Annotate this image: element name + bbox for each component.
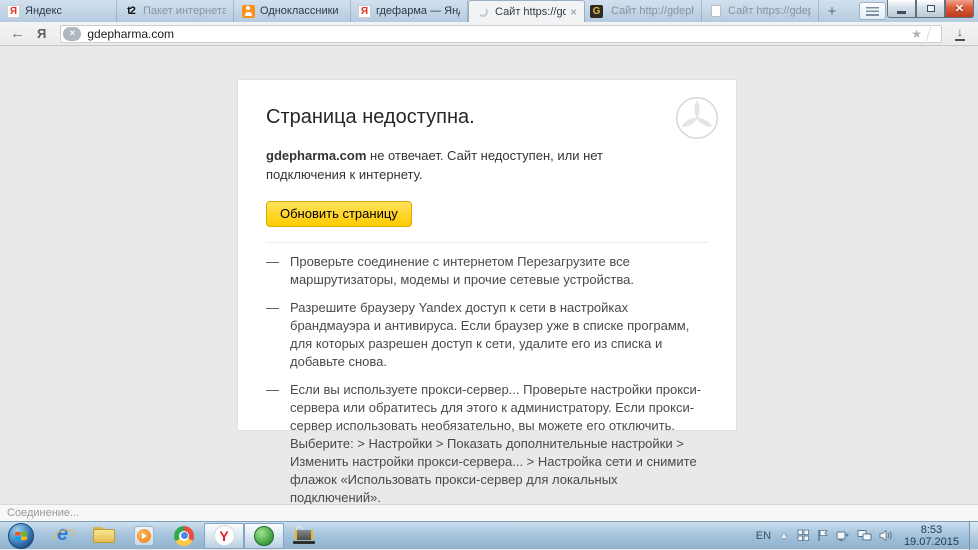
tip-text: Разрешите браузеру Yandex доступ к сети … xyxy=(290,299,708,371)
tab-internet-package[interactable]: t2 Пакет интернета : Кр xyxy=(117,0,234,22)
tab-odnoklassniki[interactable]: Одноклассники xyxy=(234,0,351,22)
tip-item: — Разрешите браузеру Yandex доступ к сет… xyxy=(266,299,708,371)
media-player-icon xyxy=(134,526,154,546)
network-icon xyxy=(857,529,872,542)
tab-title: Пакет интернета : Кр xyxy=(143,5,226,17)
tip-text: Если вы используете прокси-сервер... Про… xyxy=(290,381,708,507)
tray-action-center[interactable] xyxy=(817,529,829,542)
error-card: Страница недоступна. gdepharma.com не от… xyxy=(237,79,737,431)
restore-button[interactable] xyxy=(916,0,945,18)
tab-title: Яндекс xyxy=(25,5,109,17)
tab-title: гдефарма — Яндекс: xyxy=(376,5,460,17)
tab-title: Сайт https://gdephar xyxy=(728,5,811,17)
dash-bullet: — xyxy=(266,253,290,289)
chrome-icon xyxy=(174,526,194,546)
minimize-button[interactable] xyxy=(887,0,916,18)
divider xyxy=(266,242,708,243)
flag-icon xyxy=(817,529,829,542)
taskbar-internet-explorer[interactable]: e xyxy=(44,523,84,549)
taskbar-file-explorer[interactable] xyxy=(84,523,124,549)
clock-time: 8:53 xyxy=(904,524,959,536)
close-icon: ✕ xyxy=(955,2,964,15)
urlbar-divider xyxy=(926,27,938,41)
g-site-icon: G xyxy=(590,5,603,18)
minimize-icon xyxy=(897,11,906,14)
browser-menu-button[interactable] xyxy=(859,2,886,20)
error-message: gdepharma.com не отвечает. Сайт недоступ… xyxy=(266,146,661,184)
address-toolbar: ← Я ✕ gdepharma.com ★ ↓ xyxy=(0,22,978,46)
tray-volume[interactable] xyxy=(879,529,893,542)
tab-title: Сайт https://gdephar xyxy=(495,6,566,18)
internet-explorer-icon: e xyxy=(53,525,75,547)
close-button[interactable]: ✕ xyxy=(945,0,974,18)
tray-grid-app[interactable] xyxy=(797,529,810,542)
tab-gdepharma-https[interactable]: Сайт https://gdephar xyxy=(702,0,819,22)
folder-icon xyxy=(93,527,115,544)
status-bar: Соединение... xyxy=(0,504,978,521)
tab-list: Я Яндекс t2 Пакет интернета : Кр Однокла… xyxy=(0,0,845,22)
tray-clock[interactable]: 8:53 19.07.2015 xyxy=(904,524,959,548)
loading-spinner-icon xyxy=(478,7,488,17)
start-button[interactable] xyxy=(8,523,34,549)
url-text: gdepharma.com xyxy=(87,27,174,41)
tab-yandex-home[interactable]: Я Яндекс xyxy=(0,0,117,22)
stop-loading-icon[interactable]: ✕ xyxy=(63,27,81,41)
tab-gdefarma-search[interactable]: Я гдефарма — Яндекс: xyxy=(351,0,468,22)
tab-gdepharma-active[interactable]: Сайт https://gdephar × xyxy=(468,0,585,22)
taskbar-chrome[interactable] xyxy=(164,523,204,549)
page-content: Страница недоступна. gdepharma.com не от… xyxy=(0,47,978,504)
back-button[interactable]: ← xyxy=(10,25,25,42)
tip-item: — Проверьте соединение с интернетом Пере… xyxy=(266,253,708,289)
tab-strip: Я Яндекс t2 Пакет интернета : Кр Однокла… xyxy=(0,0,978,22)
yandex-home-button[interactable]: Я xyxy=(37,26,46,41)
new-tab-button[interactable]: + xyxy=(819,0,845,22)
bookmark-star-icon[interactable]: ★ xyxy=(911,27,922,41)
tray-expand-icon[interactable]: ▲ xyxy=(780,531,788,540)
tab-gdepharma-http[interactable]: G Сайт http://gdepharn xyxy=(585,0,702,22)
speaker-icon xyxy=(879,529,893,542)
taskbar-globe-app-active[interactable] xyxy=(244,523,284,549)
error-domain: gdepharma.com xyxy=(266,148,366,163)
hamburger-icon xyxy=(866,7,879,16)
window-controls: ✕ xyxy=(887,0,974,18)
tab-close-icon[interactable]: × xyxy=(570,7,577,17)
tip-item: — Если вы используете прокси-сервер... П… xyxy=(266,381,708,507)
taskbar-yandex-browser-active[interactable]: Y xyxy=(204,523,244,549)
modem-icon xyxy=(293,528,315,544)
yandex-icon: Я xyxy=(7,5,20,18)
reload-page-button[interactable]: Обновить страницу xyxy=(266,201,412,227)
url-input[interactable]: ✕ gdepharma.com ★ xyxy=(60,25,942,43)
tip-text: Проверьте соединение с интернетом Переза… xyxy=(290,253,708,289)
error-title: Страница недоступна. xyxy=(266,106,708,129)
tray-network[interactable] xyxy=(857,529,872,542)
restore-icon xyxy=(927,5,935,12)
download-button[interactable]: ↓ xyxy=(952,27,968,41)
dash-bullet: — xyxy=(266,299,290,371)
show-desktop-button[interactable] xyxy=(969,522,978,550)
odnoklassniki-icon xyxy=(242,5,255,18)
tab-title: Одноклассники xyxy=(260,5,343,17)
system-tray: EN ▲ xyxy=(756,522,978,550)
taskbar: e Y EN ▲ xyxy=(0,521,978,549)
tele2-icon: t2 xyxy=(124,4,138,18)
language-indicator[interactable]: EN xyxy=(756,530,771,542)
yandex-browser-icon: Y xyxy=(214,525,235,546)
download-arrow-icon: ↓ xyxy=(957,27,963,38)
usb-device-icon xyxy=(836,529,850,542)
taskbar-modem-app[interactable] xyxy=(284,523,324,549)
blank-page-icon xyxy=(711,5,721,17)
tray-remove-hardware[interactable] xyxy=(836,529,850,542)
globe-icon xyxy=(254,526,274,546)
dash-bullet: — xyxy=(266,381,290,507)
troubleshooting-tips: — Проверьте соединение с интернетом Пере… xyxy=(266,253,708,507)
yandex-browser-logo-icon xyxy=(675,96,719,140)
taskbar-media-player[interactable] xyxy=(124,523,164,549)
yandex-icon: Я xyxy=(358,5,371,18)
grid-icon xyxy=(797,529,810,542)
tab-title: Сайт http://gdepharn xyxy=(611,5,694,17)
windows-flag-icon xyxy=(14,529,28,543)
clock-date: 19.07.2015 xyxy=(904,536,959,548)
